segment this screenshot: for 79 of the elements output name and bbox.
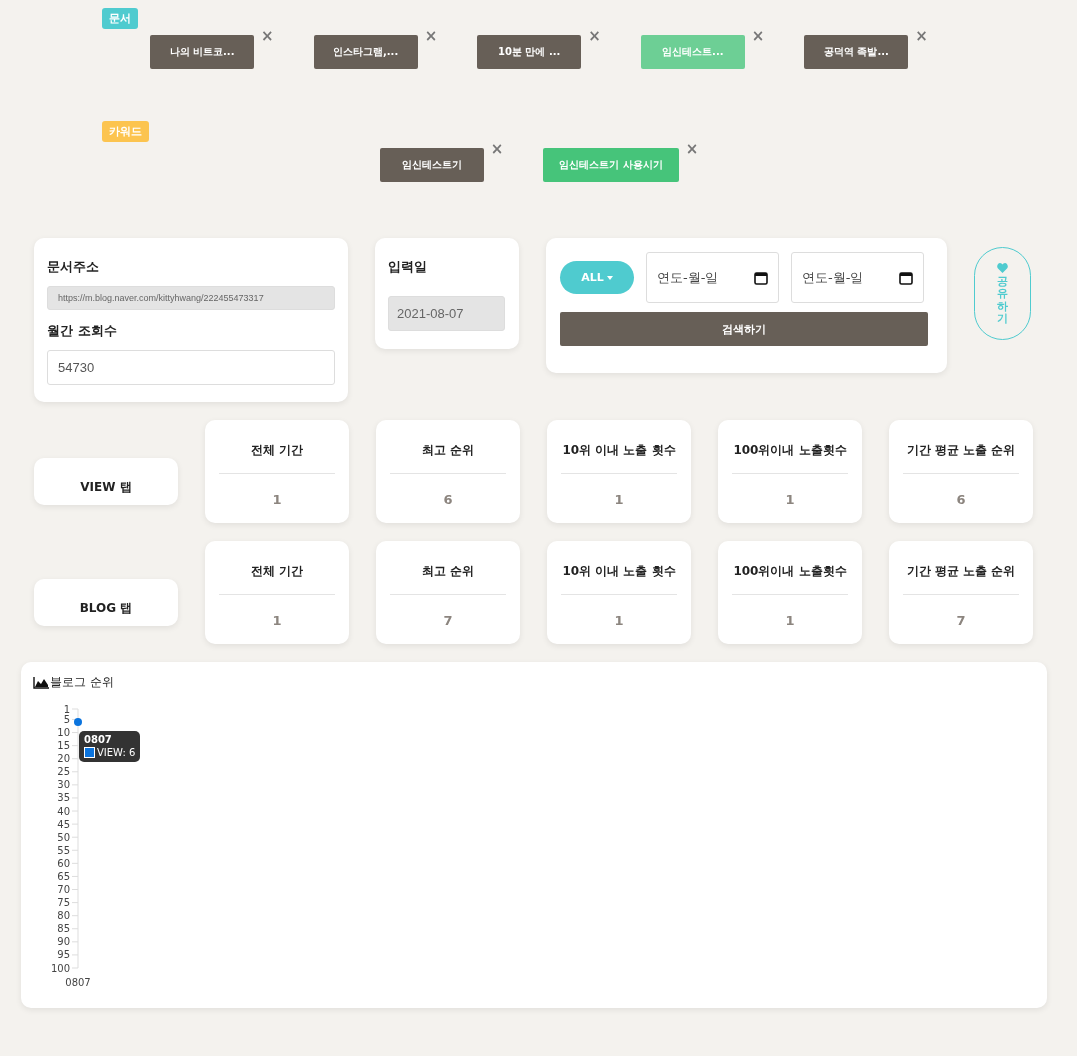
stat-value: 1 bbox=[613, 492, 625, 507]
chart-title: 블로그 순위 bbox=[50, 674, 114, 691]
y-tick-label: 65 bbox=[57, 870, 70, 882]
stat-value: 1 bbox=[271, 492, 283, 507]
y-tick-label: 80 bbox=[57, 910, 70, 922]
x-tick-label: 0807 bbox=[65, 977, 91, 988]
stat-value: 7 bbox=[955, 613, 967, 628]
date-field[interactable]: 연도-월-일 bbox=[646, 252, 779, 303]
field-label: 문서주소 bbox=[47, 258, 100, 276]
close-icon[interactable]: × bbox=[424, 29, 438, 43]
stat-label: 최고 순위 bbox=[390, 442, 506, 474]
y-tick-label: 35 bbox=[57, 792, 70, 804]
field-label: 월간 조회수 bbox=[47, 322, 118, 340]
close-icon[interactable]: × bbox=[261, 29, 274, 43]
y-tick-label: 90 bbox=[57, 936, 70, 948]
search-button[interactable]: 검색하기 bbox=[560, 312, 928, 346]
y-tick-label: 45 bbox=[57, 818, 70, 830]
area-chart-icon bbox=[33, 676, 49, 689]
y-tick-label: 30 bbox=[57, 779, 70, 791]
legend-swatch bbox=[84, 747, 95, 758]
y-tick-label: 20 bbox=[57, 753, 70, 765]
calendar-icon[interactable] bbox=[754, 270, 768, 285]
date-field[interactable]: 연도-월-일 bbox=[791, 252, 924, 303]
y-tick-label: 70 bbox=[57, 884, 70, 895]
y-tick-label: 10 bbox=[57, 727, 70, 739]
tab-label[interactable]: BLOG 탭 bbox=[34, 579, 178, 626]
close-icon[interactable]: × bbox=[915, 29, 928, 43]
stat-label: 전체 기간 bbox=[219, 442, 335, 474]
close-icon[interactable]: × bbox=[588, 29, 601, 43]
document-chip[interactable]: 공덕역 족발... bbox=[804, 35, 909, 69]
y-tick-label: 5 bbox=[63, 713, 70, 725]
document-chip[interactable]: 임신테스트기 bbox=[379, 148, 484, 182]
stat-value: 1 bbox=[271, 613, 283, 628]
y-tick-label: 75 bbox=[57, 897, 70, 909]
y-tick-label: 15 bbox=[57, 740, 70, 752]
tooltip-text: VIEW: 6 bbox=[97, 747, 136, 758]
stat-label: 100위이내 노출횟수 bbox=[732, 442, 848, 474]
y-tick-label: 60 bbox=[57, 857, 70, 869]
views-field[interactable]: 54730 bbox=[47, 350, 335, 385]
field-label: 입력일 bbox=[388, 258, 428, 276]
y-tick-label: 1 bbox=[63, 703, 70, 715]
document-chip[interactable]: 10분 만에 ... bbox=[477, 35, 582, 69]
y-tick-label: 100 bbox=[50, 962, 70, 974]
document-chip[interactable]: 나의 비트코... bbox=[150, 35, 255, 69]
tooltip-title: 0807 bbox=[84, 734, 113, 745]
category-badge: 카워드 bbox=[102, 121, 149, 142]
y-tick-label: 55 bbox=[57, 844, 70, 856]
y-tick-label: 50 bbox=[57, 831, 70, 843]
document-chip[interactable]: 인스타그램,... bbox=[313, 35, 418, 69]
stat-value: 7 bbox=[442, 613, 454, 628]
stat-value: 6 bbox=[955, 492, 967, 507]
caret-icon bbox=[606, 275, 613, 280]
date-field[interactable]: 2021-08-07 bbox=[388, 296, 505, 331]
data-point[interactable] bbox=[74, 718, 82, 727]
close-icon[interactable]: × bbox=[490, 142, 504, 156]
url-field[interactable]: https://m.blog.naver.com/kittyhwang/222455473317 bbox=[47, 286, 335, 310]
heart-icon bbox=[997, 263, 1008, 274]
category-badge: 문서 bbox=[102, 8, 138, 29]
y-tick-label: 25 bbox=[57, 766, 70, 778]
stat-label: 기간 평균 노출 순위 bbox=[903, 442, 1019, 474]
stat-label: 최고 순위 bbox=[390, 563, 506, 595]
y-tick-label: 85 bbox=[57, 923, 70, 935]
stat-label: 10위 이내 노출 횟수 bbox=[561, 442, 677, 474]
date-placeholder: 연도-월-일 bbox=[657, 268, 719, 287]
stat-label: 전체 기간 bbox=[219, 563, 335, 595]
y-tick-label: 95 bbox=[57, 949, 70, 961]
stat-value: 1 bbox=[784, 492, 796, 507]
close-icon[interactable]: × bbox=[685, 142, 699, 156]
date-placeholder: 연도-월-일 bbox=[802, 268, 864, 287]
y-tick-label: 40 bbox=[57, 805, 70, 817]
stat-label: 100위이내 노출횟수 bbox=[732, 563, 848, 595]
tab-label[interactable]: VIEW 탭 bbox=[34, 458, 178, 505]
stat-label: 10위 이내 노출 횟수 bbox=[561, 563, 677, 595]
close-icon[interactable]: × bbox=[751, 29, 765, 43]
stat-label: 기간 평균 노출 순위 bbox=[903, 563, 1019, 595]
stat-value: 1 bbox=[784, 613, 796, 628]
stat-value: 1 bbox=[613, 613, 625, 628]
calendar-icon[interactable] bbox=[899, 270, 913, 285]
stat-value: 6 bbox=[442, 492, 454, 507]
